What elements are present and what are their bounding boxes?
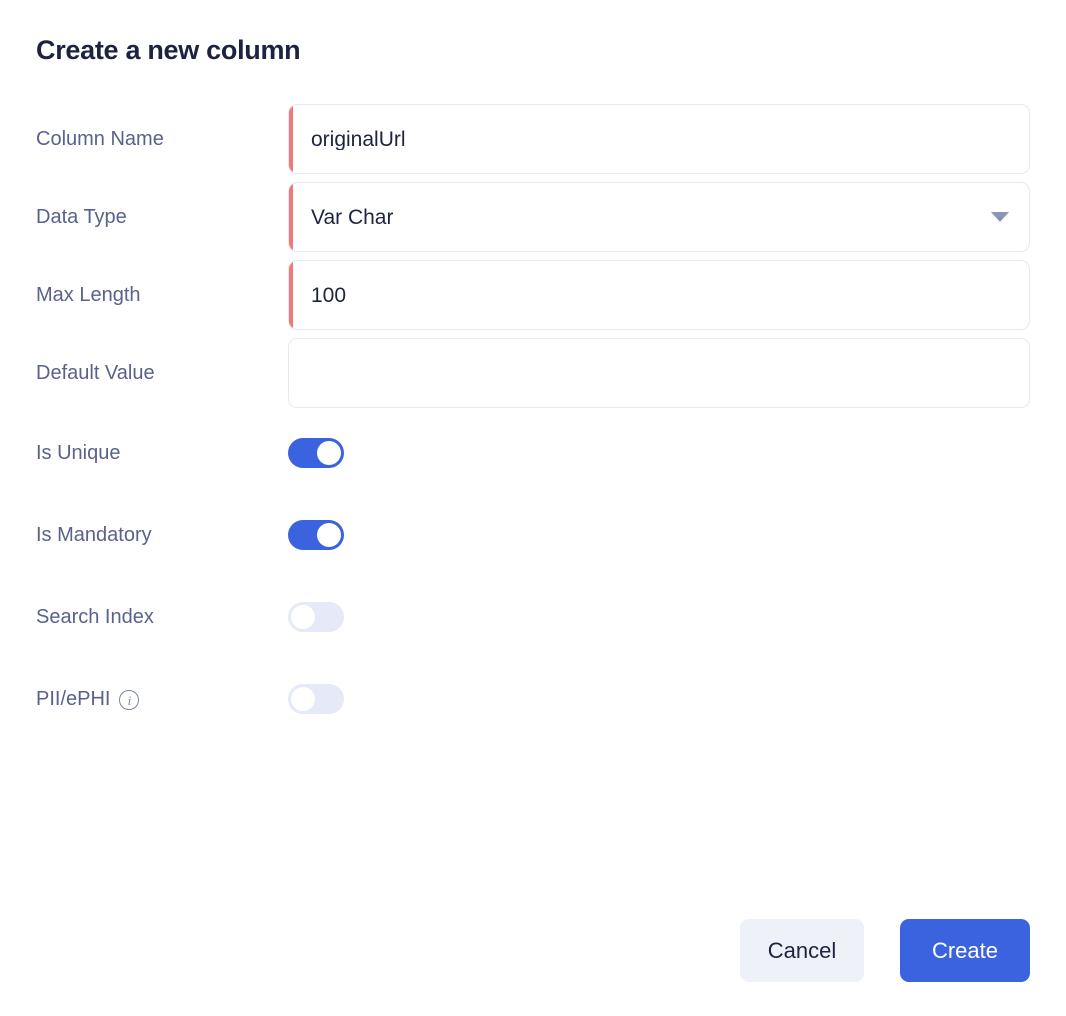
form-row-max-length: Max Length 100 — [36, 256, 1030, 334]
column-name-input[interactable]: originalUrl — [288, 104, 1030, 175]
column-name-value: originalUrl — [311, 128, 406, 150]
form-row-pii-ephi: PII/ePHI i — [36, 658, 1030, 740]
label-is-mandatory: Is Mandatory — [36, 522, 288, 548]
label-pii-ephi: PII/ePHI i — [36, 686, 288, 712]
max-length-value: 100 — [311, 284, 347, 306]
page-title: Create a new column — [36, 35, 301, 65]
control-default-value — [288, 338, 1030, 409]
label-search-index-text: Search Index — [36, 606, 154, 629]
label-max-length: Max Length — [36, 282, 288, 308]
control-column-name: originalUrl — [288, 104, 1030, 175]
create-button[interactable]: Create — [900, 919, 1030, 982]
form-row-search-index: Search Index — [36, 576, 1030, 658]
dialog-footer: Cancel Create — [36, 919, 1030, 982]
default-value-input[interactable] — [288, 338, 1030, 409]
chevron-down-icon — [991, 212, 1009, 223]
label-pii-ephi-text: PII/ePHI — [36, 688, 111, 711]
label-is-unique: Is Unique — [36, 440, 288, 466]
form-row-is-mandatory: Is Mandatory — [36, 494, 1030, 576]
label-is-mandatory-text: Is Mandatory — [36, 524, 152, 547]
toggle-knob — [291, 605, 315, 630]
is-mandatory-toggle[interactable] — [288, 520, 344, 551]
control-max-length: 100 — [288, 260, 1030, 331]
data-type-select[interactable]: Var Char — [288, 182, 1030, 253]
label-is-unique-text: Is Unique — [36, 442, 121, 465]
info-icon[interactable]: i — [119, 690, 140, 711]
label-column-name: Column Name — [36, 126, 288, 152]
control-is-mandatory — [288, 520, 1030, 551]
max-length-input[interactable]: 100 — [288, 260, 1030, 331]
data-type-value: Var Char — [311, 206, 394, 228]
create-column-dialog: Create a new column Column Name original… — [0, 0, 1066, 1016]
control-pii-ephi — [288, 684, 1030, 715]
toggle-knob — [291, 687, 315, 712]
control-is-unique — [288, 438, 1030, 469]
label-column-name-text: Column Name — [36, 128, 164, 151]
label-data-type-text: Data Type — [36, 206, 127, 229]
label-data-type: Data Type — [36, 204, 288, 230]
control-search-index — [288, 602, 1030, 633]
form-row-data-type: Data Type Var Char — [36, 178, 1030, 256]
pii-ephi-toggle[interactable] — [288, 684, 344, 715]
label-default-value-text: Default Value — [36, 362, 155, 385]
label-search-index: Search Index — [36, 604, 288, 630]
is-unique-toggle[interactable] — [288, 438, 344, 469]
create-column-form: Column Name originalUrl Data Type Var Ch… — [36, 100, 1030, 740]
toggle-knob — [317, 441, 341, 466]
form-row-is-unique: Is Unique — [36, 412, 1030, 494]
label-default-value: Default Value — [36, 360, 288, 386]
search-index-toggle[interactable] — [288, 602, 344, 633]
form-row-column-name: Column Name originalUrl — [36, 100, 1030, 178]
toggle-knob — [317, 523, 341, 548]
cancel-button[interactable]: Cancel — [740, 919, 864, 982]
control-data-type: Var Char — [288, 182, 1030, 253]
label-max-length-text: Max Length — [36, 284, 141, 307]
form-row-default-value: Default Value — [36, 334, 1030, 412]
